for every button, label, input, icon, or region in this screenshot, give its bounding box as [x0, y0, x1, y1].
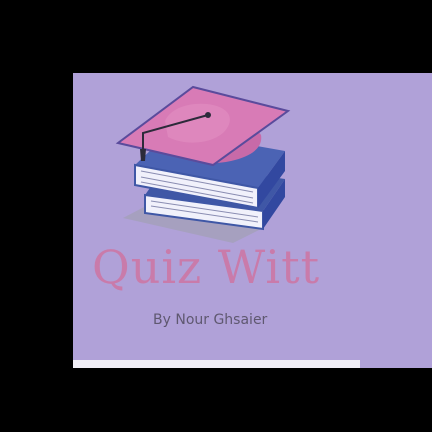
splash-screen: Quiz Witt By Nour Ghsaier [0, 0, 432, 432]
bottom-strip [73, 360, 360, 368]
app-title: Quiz Witt [92, 240, 321, 294]
splash-card: Quiz Witt By Nour Ghsaier [73, 73, 432, 368]
graduation-cap-books-icon [115, 85, 291, 243]
author-credit: By Nour Ghsaier [153, 312, 268, 328]
